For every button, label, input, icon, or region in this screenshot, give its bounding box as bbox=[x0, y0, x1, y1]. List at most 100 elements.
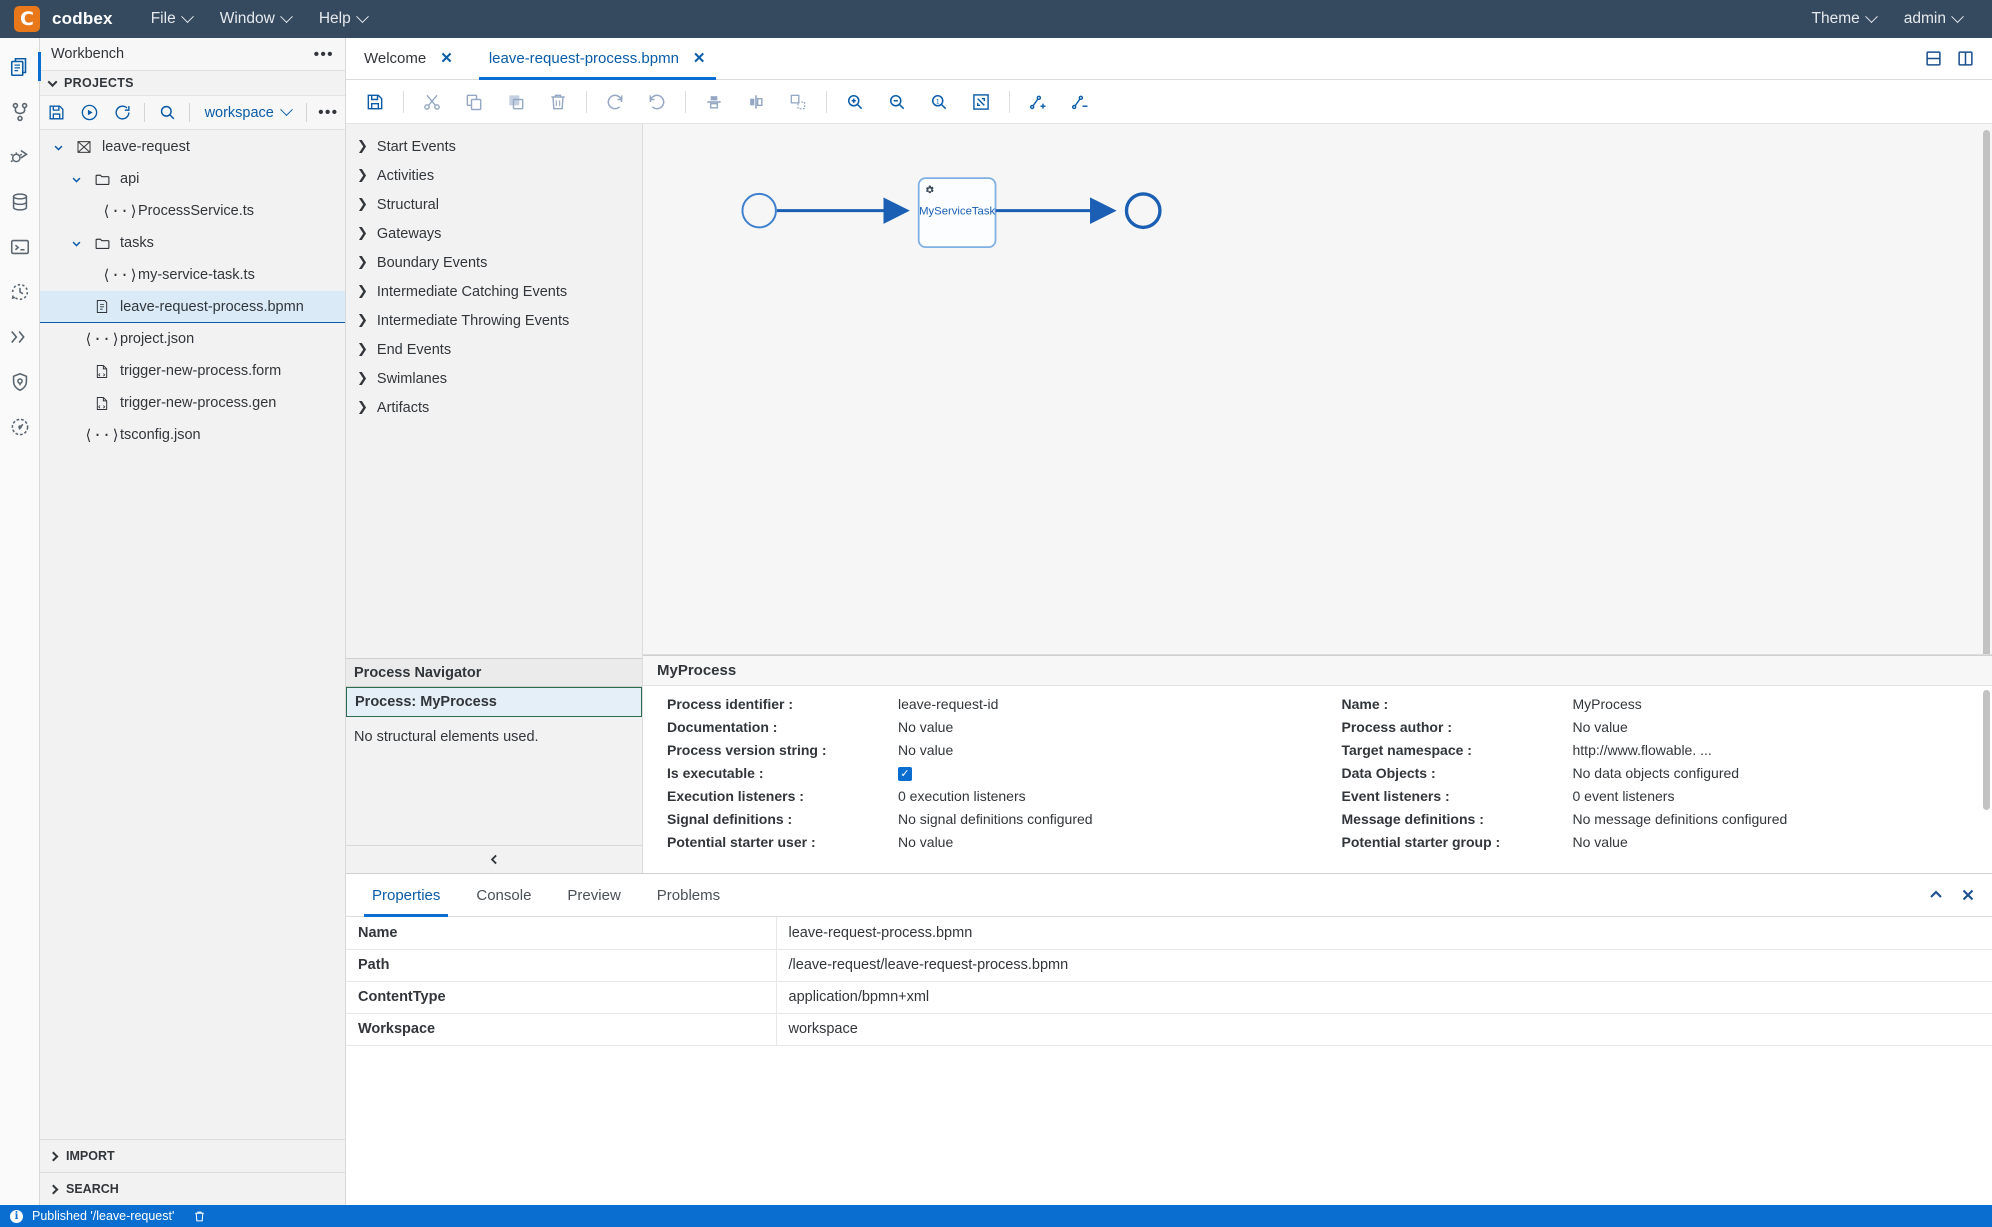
jobs-icon[interactable] bbox=[0, 314, 40, 359]
menu-file-label: File bbox=[150, 10, 176, 27]
property-row: Name : MyProcess bbox=[1318, 692, 1992, 715]
workspace-select[interactable]: workspace bbox=[195, 103, 301, 121]
properties-vertical-scrollbar[interactable] bbox=[1983, 690, 1990, 810]
close-panel-icon[interactable] bbox=[1960, 887, 1976, 903]
menu-file[interactable]: File bbox=[139, 6, 204, 32]
table-cell-value: /leave-request/leave-request-process.bpm… bbox=[776, 949, 1992, 982]
git-branch-icon[interactable] bbox=[0, 89, 40, 134]
svg-text:MyServiceTask: MyServiceTask bbox=[919, 206, 995, 218]
tab-preview[interactable]: Preview bbox=[549, 874, 638, 916]
tab-properties-label: Properties bbox=[372, 886, 441, 904]
explorer-icon[interactable] bbox=[0, 44, 41, 89]
debug-icon[interactable] bbox=[0, 134, 40, 179]
refresh-button[interactable] bbox=[106, 98, 139, 128]
save-icon[interactable] bbox=[354, 85, 396, 119]
tab-problems[interactable]: Problems bbox=[639, 874, 738, 916]
bpmn-file-icon bbox=[92, 298, 112, 315]
canvas-vertical-scrollbar[interactable] bbox=[1983, 130, 1990, 654]
database-icon[interactable] bbox=[0, 179, 40, 224]
menu-theme[interactable]: Theme bbox=[1800, 6, 1888, 32]
projects-section-label: PROJECTS bbox=[64, 76, 134, 90]
toolbar-divider bbox=[403, 90, 404, 113]
tree-item[interactable]: tasks bbox=[40, 227, 345, 259]
trash-icon[interactable] bbox=[193, 1210, 206, 1223]
property-checkbox[interactable]: ✓ bbox=[898, 764, 912, 782]
run-button[interactable] bbox=[73, 98, 106, 128]
history-icon[interactable] bbox=[0, 269, 40, 314]
bpmn-canvas[interactable]: MyServiceTask bbox=[643, 124, 1992, 655]
bpmn-diagram[interactable]: MyServiceTask bbox=[643, 124, 1992, 654]
delete-icon[interactable] bbox=[537, 85, 579, 119]
close-icon[interactable]: ✕ bbox=[693, 51, 706, 66]
palette-group[interactable]: ❯ Intermediate Throwing Events bbox=[346, 306, 642, 335]
resize-icon[interactable] bbox=[777, 85, 819, 119]
tree-item[interactable]: trigger-new-process.form bbox=[40, 355, 345, 387]
bpmn-properties-grid: Process identifier : leave-request-id Docu… bbox=[643, 686, 1992, 853]
palette-group[interactable]: ❯ Artifacts bbox=[346, 393, 642, 422]
tree-item-label: project.json bbox=[120, 331, 195, 347]
split-vertical-icon[interactable] bbox=[1952, 46, 1978, 72]
tree-item[interactable]: leave-request-process.bpmn bbox=[40, 291, 345, 323]
property-value: No data objects configured bbox=[1572, 764, 1740, 781]
zoom-out-icon[interactable] bbox=[876, 85, 918, 119]
explorer-more-button[interactable]: ••• bbox=[312, 98, 345, 128]
menu-user[interactable]: admin bbox=[1892, 6, 1974, 32]
palette-group[interactable]: ❯ Swimlanes bbox=[346, 364, 642, 393]
save-all-button[interactable] bbox=[40, 98, 73, 128]
align-center-icon[interactable] bbox=[735, 85, 777, 119]
zoom-fit-icon[interactable] bbox=[960, 85, 1002, 119]
menu-window[interactable]: Window bbox=[208, 6, 303, 32]
search-section-header[interactable]: SEARCH bbox=[40, 1172, 345, 1205]
palette-group[interactable]: ❯ Boundary Events bbox=[346, 248, 642, 277]
chevron-down-icon[interactable] bbox=[68, 238, 84, 249]
import-section-header[interactable]: IMPORT bbox=[40, 1139, 345, 1172]
bottom-panel: Properties Console Preview Problems Name… bbox=[346, 873, 1992, 1205]
chevron-right-icon: ❯ bbox=[357, 255, 368, 270]
tab-welcome[interactable]: Welcome ✕ bbox=[346, 38, 471, 79]
search-button[interactable] bbox=[150, 98, 183, 128]
tree-item[interactable]: ⟨··⟩ tsconfig.json bbox=[40, 419, 345, 451]
palette-group[interactable]: ❯ Gateways bbox=[346, 219, 642, 248]
process-navigator-collapse-button[interactable] bbox=[346, 845, 642, 873]
tree-item[interactable]: trigger-new-process.gen bbox=[40, 387, 345, 419]
palette-group[interactable]: ❯ End Events bbox=[346, 335, 642, 364]
tree-item[interactable]: leave-request bbox=[40, 131, 345, 163]
collapse-panel-icon[interactable] bbox=[1928, 887, 1944, 903]
align-middle-icon[interactable] bbox=[693, 85, 735, 119]
tree-item[interactable]: ⟨··⟩ ProcessService.ts bbox=[40, 195, 345, 227]
tab-properties[interactable]: Properties bbox=[354, 874, 458, 917]
palette-group[interactable]: ❯ Activities bbox=[346, 161, 642, 190]
add-bendpoint-icon[interactable] bbox=[1017, 85, 1059, 119]
zoom-in-icon[interactable] bbox=[834, 85, 876, 119]
tree-item[interactable]: api bbox=[40, 163, 345, 195]
close-icon[interactable]: ✕ bbox=[440, 51, 453, 66]
zoom-actual-icon[interactable]: 1 bbox=[918, 85, 960, 119]
performance-icon[interactable] bbox=[0, 404, 40, 449]
palette-group[interactable]: ❯ Structural bbox=[346, 190, 642, 219]
ellipsis-icon[interactable]: ••• bbox=[314, 46, 334, 63]
split-horizontal-icon[interactable] bbox=[1920, 46, 1946, 72]
paste-icon[interactable] bbox=[495, 85, 537, 119]
tree-item[interactable]: ⟨··⟩ project.json bbox=[40, 323, 345, 355]
chevron-down-icon[interactable] bbox=[50, 142, 66, 153]
tab-console[interactable]: Console bbox=[458, 874, 549, 916]
tab-leave-request-process[interactable]: leave-request-process.bpmn ✕ bbox=[471, 38, 724, 80]
palette-group[interactable]: ❯ Intermediate Catching Events bbox=[346, 277, 642, 306]
process-navigator-title: Process Navigator bbox=[346, 659, 642, 687]
palette-group[interactable]: ❯ Start Events bbox=[346, 132, 642, 161]
cut-icon[interactable] bbox=[411, 85, 453, 119]
security-icon[interactable] bbox=[0, 359, 40, 404]
remove-bendpoint-icon[interactable] bbox=[1059, 85, 1101, 119]
menu-window-label: Window bbox=[219, 10, 275, 27]
process-navigator-selected[interactable]: Process: MyProcess bbox=[346, 687, 642, 717]
chevron-down-icon[interactable] bbox=[68, 174, 84, 185]
menu-help[interactable]: Help bbox=[307, 6, 379, 32]
undo-icon[interactable] bbox=[636, 85, 678, 119]
check-icon: ✓ bbox=[898, 767, 912, 782]
projects-section-header[interactable]: PROJECTS bbox=[40, 71, 345, 96]
terminal-icon[interactable] bbox=[0, 224, 40, 269]
status-bar: i Published '/leave-request' bbox=[0, 1205, 1992, 1227]
tree-item[interactable]: ⟨··⟩ my-service-task.ts bbox=[40, 259, 345, 291]
redo-icon[interactable] bbox=[594, 85, 636, 119]
copy-icon[interactable] bbox=[453, 85, 495, 119]
